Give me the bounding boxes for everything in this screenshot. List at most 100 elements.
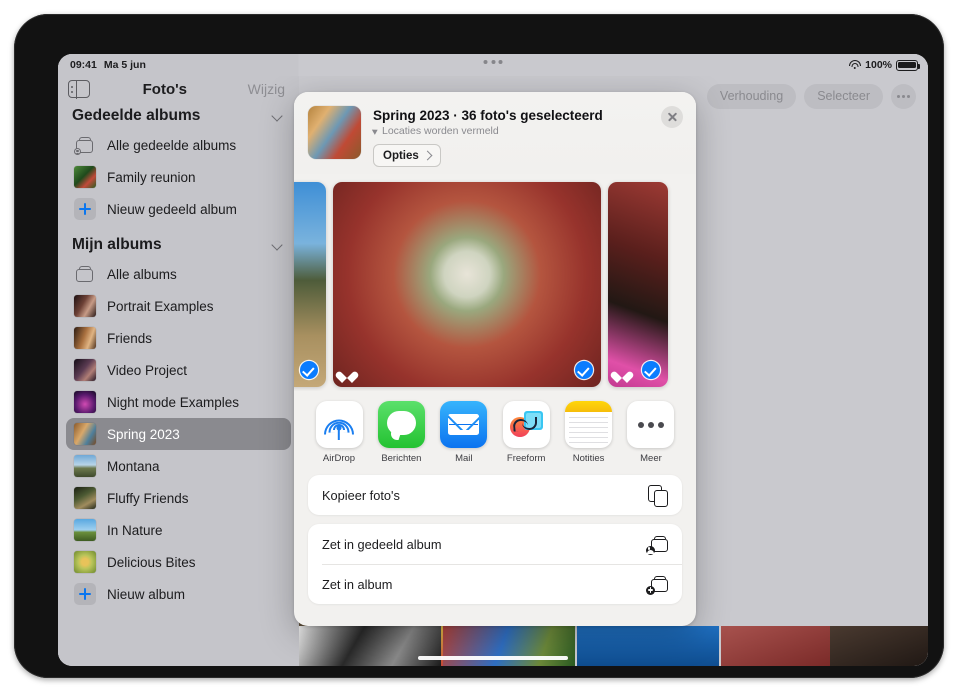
select-button[interactable]: Selecteer — [804, 84, 883, 109]
sidebar-item-label: Nieuw gedeeld album — [107, 202, 237, 217]
album-thumbnail — [74, 455, 96, 477]
sidebar-item-spring-2023[interactable]: Spring 2023 — [66, 418, 291, 450]
album-thumbnail — [74, 423, 96, 445]
close-icon[interactable] — [661, 106, 683, 128]
aspect-ratio-button[interactable]: Verhouding — [707, 84, 796, 109]
battery-icon — [896, 60, 918, 71]
sidebar-section-header-shared[interactable]: Gedeelde albums — [66, 102, 291, 129]
photo-blue[interactable] — [577, 626, 719, 666]
sidebar-item-label: Montana — [107, 459, 160, 474]
action-label: Zet in album — [322, 577, 392, 592]
action-zet-in-gedeeld-album[interactable]: Zet in gedeeld album — [308, 524, 682, 564]
album-thumbnail — [74, 487, 96, 509]
share-target-mail[interactable]: Mail — [437, 401, 491, 464]
carousel-photo-pink-feather[interactable] — [608, 182, 668, 387]
selection-thumbnail — [308, 106, 361, 159]
share-target-freeform[interactable]: Freeform — [499, 401, 553, 464]
sidebar-item-portrait-examples[interactable]: Portrait Examples — [66, 290, 291, 322]
share-target-meer[interactable]: Meer — [624, 401, 678, 464]
photo-tree-bw[interactable] — [299, 626, 441, 666]
airdrop-icon — [316, 401, 363, 448]
section-title: Gedeelde albums — [72, 107, 200, 125]
more-ellipsis-icon[interactable] — [891, 84, 916, 109]
home-indicator[interactable] — [418, 656, 568, 661]
shared-album-icon — [74, 135, 96, 155]
selected-check-icon — [642, 361, 660, 379]
photo-red-strip[interactable] — [721, 626, 830, 666]
sidebar-list[interactable]: Gedeelde albums Alle gedeelde albums Fam… — [58, 102, 299, 662]
carousel-photo-allium-flower[interactable] — [333, 182, 601, 387]
sidebar-item-label: Delicious Bites — [107, 555, 196, 570]
chevron-down-icon[interactable] — [273, 111, 283, 121]
ipad-screen: 09:41 Ma 5 jun 100% Foto's Wijzig Ged — [58, 54, 928, 666]
sidebar-section-header-my-albums[interactable]: Mijn albums — [66, 231, 291, 258]
sidebar-item-in-nature[interactable]: In Nature — [66, 514, 291, 546]
sidebar-item-montana[interactable]: Montana — [66, 450, 291, 482]
sidebar-item-label: Spring 2023 — [107, 427, 180, 442]
page-title: Foto's — [88, 81, 242, 98]
selected-check-icon — [575, 361, 593, 379]
mail-icon — [440, 401, 487, 448]
sidebar-item-nieuw-album[interactable]: Nieuw album — [66, 578, 291, 610]
sidebar-item-alle-albums[interactable]: Alle albums — [66, 258, 291, 290]
sidebar-item-fluffy-friends[interactable]: Fluffy Friends — [66, 482, 291, 514]
status-bar-left: 09:41 Ma 5 jun — [70, 59, 146, 71]
share-target-label: Meer — [624, 453, 678, 464]
photo-baseball[interactable] — [443, 626, 575, 666]
ipad-device-frame: 09:41 Ma 5 jun 100% Foto's Wijzig Ged — [14, 14, 944, 678]
sidebar-item-label: Alle albums — [107, 267, 177, 282]
album-icon — [74, 264, 96, 284]
sidebar-item-alle-gedeelde-albums[interactable]: Alle gedeelde albums — [66, 129, 291, 161]
status-date: Ma 5 jun — [104, 59, 146, 71]
sidebar-item-friends[interactable]: Friends — [66, 322, 291, 354]
share-target-label: AirDrop — [312, 453, 366, 464]
sidebar-item-label: Fluffy Friends — [107, 491, 189, 506]
sidebar-item-label: Night mode Examples — [107, 395, 239, 410]
sidebar-item-nieuw-gedeeld-album[interactable]: Nieuw gedeeld album — [66, 193, 291, 225]
share-target-notities[interactable]: Notities — [562, 401, 616, 464]
sidebar-item-night-mode-examples[interactable]: Night mode Examples — [66, 386, 291, 418]
wifi-icon — [848, 60, 861, 70]
chevron-right-icon — [422, 151, 432, 161]
carousel-photo-hillside[interactable] — [294, 182, 326, 387]
favorite-heart-icon — [340, 367, 354, 380]
share-actions-primary: Kopieer foto's — [308, 475, 682, 515]
share-target-airdrop[interactable]: AirDrop — [312, 401, 366, 464]
status-time: 09:41 — [70, 59, 97, 71]
sidebar-item-label: In Nature — [107, 523, 163, 538]
share-sheet-subtitle: Locaties worden vermeld — [373, 125, 682, 137]
album-thumbnail — [74, 295, 96, 317]
sidebar: Foto's Wijzig Gedeelde albums Alle gedee… — [58, 54, 299, 666]
action-kopieer-fotos[interactable]: Kopieer foto's — [308, 475, 682, 515]
share-sheet-app-row[interactable]: AirDrop Berichten Mail — [294, 391, 696, 466]
share-sheet-subtitle-label: Locaties worden vermeld — [382, 125, 499, 137]
album-thumbnail — [74, 391, 96, 413]
favorite-heart-icon — [615, 367, 629, 380]
options-button[interactable]: Opties — [373, 144, 441, 167]
status-bar-right: 100% — [848, 59, 918, 71]
messages-icon — [378, 401, 425, 448]
action-zet-in-album[interactable]: Zet in album — [308, 564, 682, 604]
sidebar-item-delicious-bites[interactable]: Delicious Bites — [66, 546, 291, 578]
sidebar-toggle-icon[interactable] — [68, 80, 90, 98]
edit-button[interactable]: Wijzig — [248, 81, 289, 97]
share-sheet: Spring 2023 · 36 foto's geselecteerd Loc… — [294, 92, 696, 626]
notes-icon — [565, 401, 612, 448]
album-thumbnail — [74, 519, 96, 541]
sidebar-item-label: Family reunion — [107, 170, 196, 185]
action-label: Zet in gedeeld album — [322, 537, 442, 552]
sidebar-item-label: Portrait Examples — [107, 299, 214, 314]
chevron-down-icon[interactable] — [273, 240, 283, 250]
share-sheet-header: Spring 2023 · 36 foto's geselecteerd Loc… — [294, 92, 696, 174]
photo-edge[interactable] — [830, 626, 928, 666]
sidebar-item-video-project[interactable]: Video Project — [66, 354, 291, 386]
sidebar-item-label: Nieuw album — [107, 587, 185, 602]
share-sheet-carousel[interactable] — [294, 174, 696, 391]
battery-percent-label: 100% — [865, 59, 892, 71]
freeform-icon — [503, 401, 550, 448]
share-target-berichten[interactable]: Berichten — [374, 401, 428, 464]
location-arrow-icon — [372, 127, 379, 135]
multitasking-handle[interactable] — [484, 60, 503, 64]
copy-icon — [648, 485, 668, 506]
sidebar-item-family-reunion[interactable]: Family reunion — [66, 161, 291, 193]
